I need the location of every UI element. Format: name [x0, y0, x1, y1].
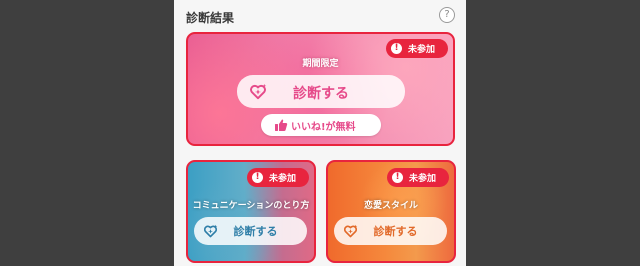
status-badge: ! 未参加	[247, 168, 309, 187]
alert-icon: !	[392, 172, 403, 183]
start-diagnosis-button[interactable]: 診断する	[194, 217, 307, 245]
card-title: コミュニケーションのとり方	[192, 201, 310, 211]
status-badge-label: 未参加	[269, 174, 297, 184]
diagnosis-panel: 診断結果 ? ! 未参加 期間限定 診断する いいね!が無料 ! 未参加 コミュ…	[174, 0, 466, 266]
free-like-label: いいね!が無料	[291, 122, 356, 133]
limited-time-label: 期間限定	[302, 59, 339, 69]
status-badge-label: 未参加	[409, 174, 437, 184]
featured-diagnosis-card[interactable]: ! 未参加 期間限定 診断する いいね!が無料	[186, 32, 455, 146]
start-diagnosis-label: 診断する	[233, 225, 278, 238]
free-like-pill: いいね!が無料	[261, 114, 381, 136]
start-diagnosis-button[interactable]: 診断する	[237, 75, 405, 108]
start-diagnosis-label: 診断する	[293, 86, 349, 102]
start-diagnosis-button[interactable]: 診断する	[334, 217, 447, 245]
status-badge: ! 未参加	[387, 168, 449, 187]
thumbs-up-icon	[275, 119, 288, 131]
start-diagnosis-label: 診断する	[373, 225, 418, 238]
love-style-diagnosis-card[interactable]: ! 未参加 恋愛スタイル 診断する	[326, 160, 456, 263]
alert-icon: !	[252, 172, 263, 183]
card-title: 恋愛スタイル	[363, 201, 418, 211]
status-badge-label: 未参加	[408, 45, 436, 55]
alert-icon: !	[391, 43, 402, 54]
help-icon[interactable]: ?	[439, 7, 455, 23]
page-title: 診断結果	[186, 11, 235, 25]
communication-diagnosis-card[interactable]: ! 未参加 コミュニケーションのとり方 診断する	[186, 160, 316, 263]
